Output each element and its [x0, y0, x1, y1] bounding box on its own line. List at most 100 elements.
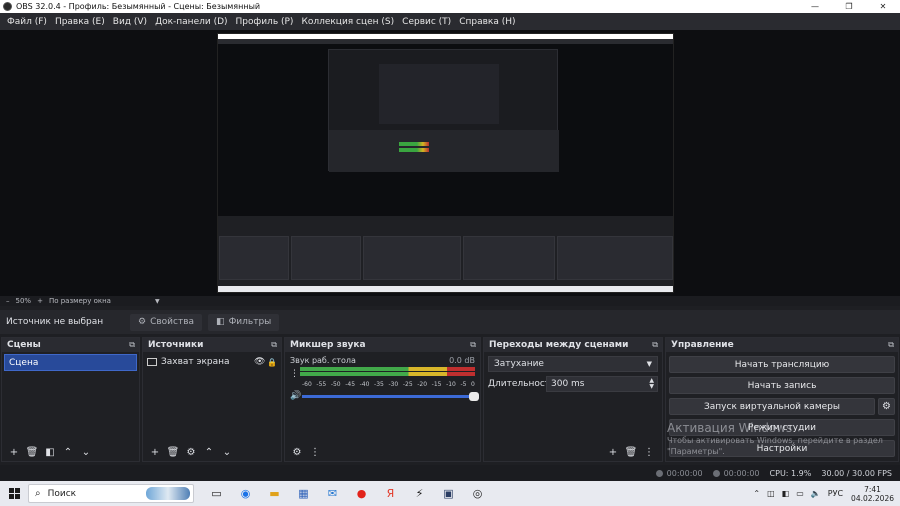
store-icon[interactable]: ▦: [289, 487, 318, 500]
filters-button[interactable]: ◧ Фильтры: [208, 313, 280, 331]
scene-item[interactable]: Сцена: [4, 354, 137, 371]
network-icon[interactable]: ◫: [767, 489, 775, 498]
stream-status-icon: [655, 469, 663, 477]
preview-canvas[interactable]: [0, 30, 900, 296]
menu-scene-collection[interactable]: Коллекция сцен (S): [297, 17, 398, 27]
transition-select[interactable]: Затухание ▼: [488, 356, 658, 372]
stream-time: 00:00:00: [666, 468, 703, 478]
status-bar: 00:00:00 00:00:00 CPU: 1.9% 30.00 / 30.0…: [0, 465, 900, 481]
volume-meter: [300, 367, 475, 380]
add-source-icon[interactable]: +: [146, 447, 164, 458]
spinner-icon[interactable]: ▲ ▼: [649, 378, 654, 390]
add-scene-icon[interactable]: +: [5, 447, 23, 458]
trash-icon[interactable]: 🗑: [23, 447, 41, 458]
no-source-label: Источник не выбран: [6, 317, 104, 327]
menu-tools[interactable]: Сервис (T): [398, 17, 455, 27]
chevron-up-icon[interactable]: ⌃: [753, 489, 760, 498]
start-streaming-button[interactable]: Начать трансляцию: [669, 356, 895, 373]
maximize-button[interactable]: ❐: [832, 2, 866, 11]
tray-app-icon[interactable]: ◧: [782, 489, 790, 498]
obs-taskbar-icon[interactable]: ◎: [463, 487, 492, 500]
clock-time: 7:41: [864, 484, 881, 494]
explorer-icon[interactable]: ▬: [260, 487, 289, 500]
volume-tray-icon[interactable]: 🔈: [811, 489, 821, 498]
scene-filter-icon[interactable]: ◧: [41, 447, 59, 458]
popout-icon[interactable]: ⧉: [888, 340, 894, 350]
start-recording-button[interactable]: Начать запись: [669, 377, 895, 394]
close-button[interactable]: ✕: [866, 2, 900, 11]
mixer-settings-icon[interactable]: ⚙: [288, 447, 306, 458]
gear-icon[interactable]: ⚙: [878, 398, 895, 415]
move-up-icon[interactable]: ⌃: [59, 447, 77, 458]
filters-label: Фильтры: [228, 317, 272, 327]
battery-icon[interactable]: ▭: [796, 489, 804, 498]
channel-name: Звук раб. стола: [290, 356, 356, 365]
popout-icon[interactable]: ⧉: [652, 340, 658, 350]
virtual-camera-button[interactable]: Запуск виртуальной камеры: [669, 398, 875, 415]
transition-value: Затухание: [494, 359, 544, 369]
volume-slider[interactable]: [302, 391, 479, 401]
sources-title: Источники: [148, 340, 204, 350]
windows-icon[interactable]: [0, 488, 28, 499]
properties-button[interactable]: ⚙ Свойства: [130, 313, 203, 331]
mixer-channel: Звук раб. стола 0.0 dB ⋮ -60 -55 -50 -45 -40…: [290, 356, 479, 401]
taskbar-search[interactable]: ⌕ Поиск: [28, 484, 194, 503]
yandex-browser-icon[interactable]: ●: [347, 487, 376, 500]
popout-icon[interactable]: ⧉: [470, 340, 476, 350]
power-icon[interactable]: ⚡: [405, 487, 434, 500]
language-indicator[interactable]: РУС: [828, 489, 843, 498]
zoom-level: 50%: [15, 297, 32, 305]
audio-mixer-dock: Микшер звука ⧉ Звук раб. стола 0.0 dB ⋮ …: [284, 337, 481, 462]
menu-profile[interactable]: Профиль (P): [232, 17, 298, 27]
record-status-icon: [712, 469, 720, 477]
channel-menu-icon[interactable]: ⋮: [290, 369, 300, 379]
mail-icon[interactable]: ✉: [318, 487, 347, 500]
sources-dock: Источники ⧉ Захват экрана 👁 🔒 + 🗑 ⚙ ⌃ ⌄: [142, 337, 282, 462]
yandex-icon[interactable]: Я: [376, 487, 405, 500]
add-transition-icon[interactable]: +: [604, 447, 622, 458]
menu-view[interactable]: Вид (V): [109, 17, 151, 27]
menu-help[interactable]: Справка (H): [455, 17, 519, 27]
filter-icon: ◧: [216, 317, 225, 327]
zoom-out-button[interactable]: –: [6, 297, 10, 305]
window-title: OBS 32.0.4 - Профиль: Безымянный - Сцены…: [16, 2, 261, 11]
media-app-icon[interactable]: ▣: [434, 487, 463, 500]
search-placeholder: Поиск: [47, 488, 77, 499]
mixer-menu-icon[interactable]: ⋮: [306, 447, 324, 458]
chevron-down-icon[interactable]: ▼: [155, 298, 160, 305]
menu-edit[interactable]: Правка (E): [51, 17, 109, 27]
edge-icon[interactable]: ◉: [231, 487, 260, 500]
source-item[interactable]: Захват экрана 👁 🔒: [147, 355, 277, 369]
speaker-icon[interactable]: 🔊: [290, 391, 302, 401]
menu-docks[interactable]: Док-панели (D): [151, 17, 231, 27]
scenes-title: Сцены: [7, 340, 41, 350]
source-toolbar: Источник не выбран ⚙ Свойства ◧ Фильтры: [0, 310, 900, 334]
meter-scale: -60 -55 -50 -45 -40 -35 -30 -25 -20 -15 -10 -5 0: [302, 381, 475, 388]
source-item-label: Захват экрана: [161, 357, 230, 367]
zoom-fit-select[interactable]: По размеру окна: [49, 297, 111, 305]
minimize-button[interactable]: —: [798, 2, 832, 11]
controls-title: Управление: [671, 340, 734, 350]
zoom-in-button[interactable]: +: [37, 297, 43, 305]
menu-bar: Файл (F) Правка (E) Вид (V) Док-панели (…: [0, 13, 900, 30]
eye-icon[interactable]: 👁: [254, 357, 267, 367]
duration-input[interactable]: 300 ms ▲ ▼: [546, 376, 658, 392]
move-up-icon[interactable]: ⌃: [200, 447, 218, 458]
properties-label: Свойства: [150, 317, 195, 327]
transition-menu-icon[interactable]: ⋮: [640, 447, 658, 458]
move-down-icon[interactable]: ⌄: [77, 447, 95, 458]
move-down-icon[interactable]: ⌄: [218, 447, 236, 458]
popout-icon[interactable]: ⧉: [271, 340, 277, 350]
record-time: 00:00:00: [723, 468, 760, 478]
mixer-title: Микшер звука: [290, 340, 366, 350]
gear-icon[interactable]: ⚙: [182, 447, 200, 458]
menu-file[interactable]: Файл (F): [3, 17, 51, 27]
clock[interactable]: 7:41 04.02.2026: [851, 485, 894, 503]
duration-label: Длительность: [488, 379, 556, 389]
trash-icon[interactable]: 🗑: [164, 447, 182, 458]
lock-icon[interactable]: 🔒: [267, 358, 277, 367]
trash-icon[interactable]: 🗑: [622, 447, 640, 458]
task-view-icon[interactable]: ▭: [202, 487, 231, 500]
popout-icon[interactable]: ⧉: [129, 340, 135, 350]
transitions-dock: Переходы между сценами ⧉ Затухание ▼ Дли…: [483, 337, 663, 462]
